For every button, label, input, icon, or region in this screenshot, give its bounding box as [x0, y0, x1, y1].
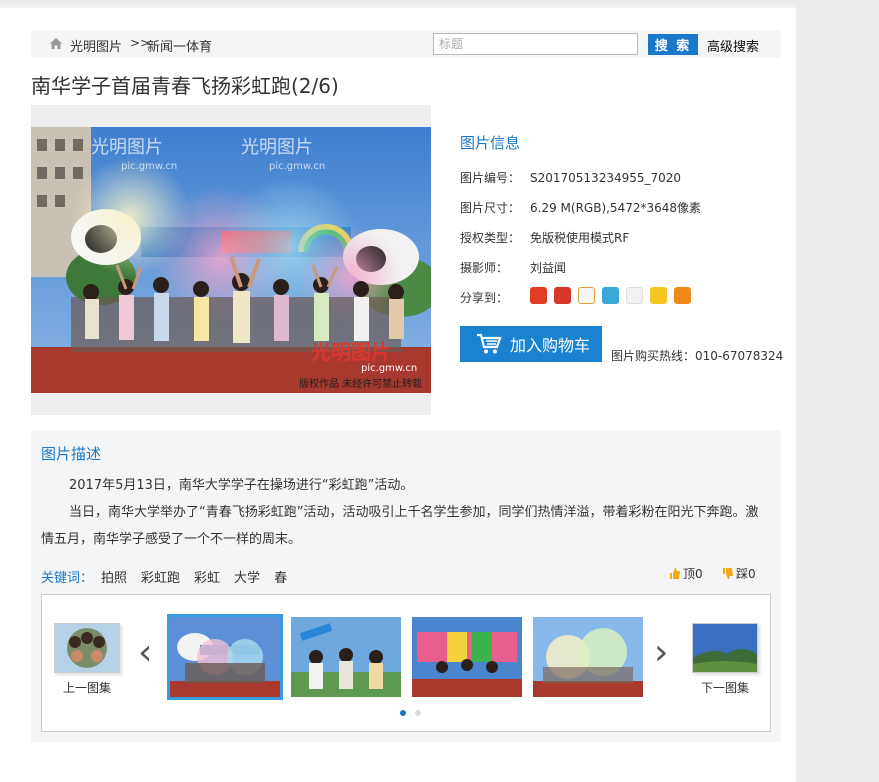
description-paragraph-2: 当日，南华大学举办了“青春飞扬彩虹跑”活动，活动吸引上千名学生参加，同学们热情洋…: [41, 505, 759, 547]
info-value[interactable]: 刘益闻: [530, 261, 566, 275]
keyword[interactable]: 拍照: [101, 567, 127, 586]
right-gutter: [796, 0, 879, 782]
share-label: 分享到：: [460, 291, 509, 305]
home-icon[interactable]: [49, 37, 63, 50]
info-row-license: 授权类型： 免版税使用模式RF: [460, 229, 629, 246]
renren-icon[interactable]: [554, 287, 571, 304]
breadcrumb-home[interactable]: 光明图片: [70, 36, 122, 55]
thumbs-up-icon: [670, 568, 680, 579]
breadcrumb-category[interactable]: 新闻一体育: [147, 36, 212, 55]
watermark-brand-2: 光明图片: [241, 137, 313, 158]
keyword[interactable]: 春: [274, 567, 287, 586]
next-album-thumb[interactable]: [692, 623, 758, 673]
carousel-dot[interactable]: [415, 710, 421, 716]
downvote-button[interactable]: 踩0: [721, 565, 756, 582]
keyword[interactable]: 彩虹: [194, 567, 220, 586]
google-plus-icon[interactable]: [530, 287, 547, 304]
breadcrumb: 光明图片 >> 新闻一体育 搜 索 高级搜索: [31, 30, 781, 58]
info-value: 免版税使用模式RF: [530, 231, 630, 245]
prev-album-label[interactable]: 上一图集: [54, 679, 120, 696]
gallery-thumb[interactable]: [291, 617, 401, 697]
watermark-url-2: pic.gmw.cn: [269, 161, 325, 172]
info-row-id: 图片编号： S20170513234955_7020: [460, 169, 681, 186]
cart-icon: [477, 333, 502, 354]
page: 光明图片 >> 新闻一体育 搜 索 高级搜索 南华学子首届青春飞扬彩虹跑(2/6…: [0, 8, 796, 782]
keywords-label: 关键词：: [41, 571, 94, 586]
bookmark-icon[interactable]: [674, 287, 691, 304]
search-input[interactable]: [433, 33, 638, 55]
cart-label: 加入购物车: [510, 336, 591, 355]
watermark-brand-1: 光明图片: [91, 137, 163, 158]
hotline: 图片购买热线：010-67078324: [611, 349, 784, 363]
info-key: 摄影师：: [460, 261, 509, 275]
watermark-url-main: pic.gmw.cn: [361, 363, 417, 374]
info-key: 授权类型：: [460, 231, 521, 245]
gallery-thumb[interactable]: [533, 617, 643, 697]
qzone-icon[interactable]: [650, 287, 667, 304]
gallery-thumb[interactable]: [167, 614, 283, 700]
keyword[interactable]: 大学: [234, 567, 260, 586]
chevron-right-icon[interactable]: ›: [654, 635, 668, 671]
share-icons: [530, 287, 691, 305]
pinterest-icon[interactable]: [602, 287, 619, 304]
info-title: 图片信息: [460, 134, 521, 152]
chevron-left-icon[interactable]: ‹: [138, 635, 152, 671]
add-to-cart-button[interactable]: 加入购物车: [460, 326, 602, 362]
description-title: 图片描述: [41, 445, 102, 463]
keywords-list: 拍照 彩虹跑 彩虹 大学 春: [101, 567, 287, 586]
watermark-url-1: pic.gmw.cn: [121, 161, 177, 172]
thumbs-down-icon: [723, 568, 733, 579]
top-strip: [0, 0, 879, 8]
qq-icon[interactable]: [626, 287, 643, 304]
carousel-dot[interactable]: [400, 710, 406, 716]
main-photo[interactable]: 光明图片 pic.gmw.cn 光明图片 pic.gmw.cn 光明图片 pic…: [31, 127, 431, 393]
info-value: 6.29 M(RGB),5472*3648像素: [530, 201, 702, 215]
keyword[interactable]: 彩虹跑: [141, 567, 180, 586]
info-value: S20170513234955_7020: [530, 171, 682, 185]
description-section: 图片描述 2017年5月13日，南华大学学子在操场进行“彩虹跑”活动。 当日，南…: [31, 430, 781, 742]
info-key: 图片尺寸：: [460, 201, 521, 215]
gallery-carousel: 上一图集 ‹ › 下一图集: [41, 594, 771, 732]
next-album-label[interactable]: 下一图集: [692, 679, 758, 696]
search-button[interactable]: 搜 索: [648, 34, 698, 55]
upvote-button[interactable]: 顶0: [668, 565, 703, 582]
gallery-thumb[interactable]: [412, 617, 522, 697]
photo-frame: 光明图片 pic.gmw.cn 光明图片 pic.gmw.cn 光明图片 pic…: [31, 105, 431, 415]
weibo-icon[interactable]: [578, 287, 595, 304]
info-row-size: 图片尺寸： 6.29 M(RGB),5472*3648像素: [460, 199, 701, 216]
page-title: 南华学子首届青春飞扬彩虹跑(2/6): [31, 74, 339, 98]
watermark-brand-main: 光明图片: [310, 340, 391, 364]
copyright-note: 版权作品 未经许可禁止转载: [299, 377, 422, 390]
carousel-dots: [400, 710, 421, 716]
description-paragraph-1: 2017年5月13日，南华大学学子在操场进行“彩虹跑”活动。: [69, 478, 414, 493]
advanced-search-link[interactable]: 高级搜索: [707, 36, 759, 55]
prev-album-thumb[interactable]: [54, 623, 120, 673]
info-key: 图片编号：: [460, 171, 521, 185]
info-row-photographer: 摄影师： 刘益闻: [460, 259, 566, 276]
